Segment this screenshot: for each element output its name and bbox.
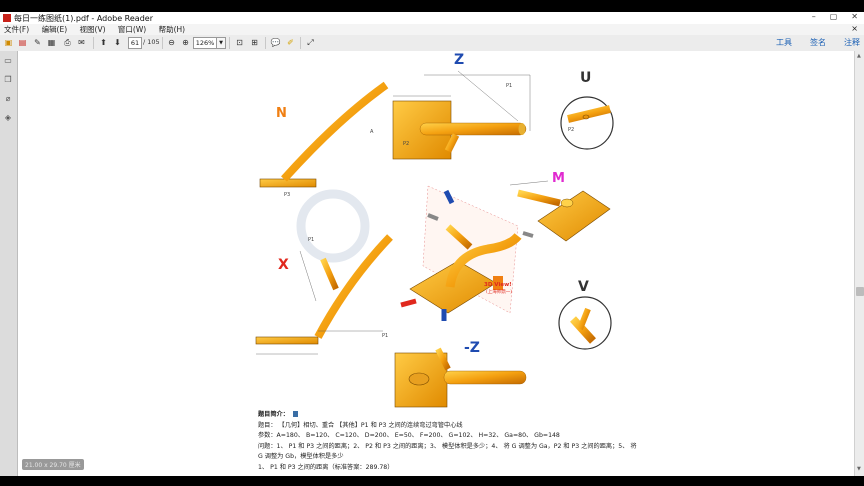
view-z: P2 P1 A	[370, 70, 531, 160]
main-toolbar: ▣ ▤ ✎ ▦ ⎙ ✉ ⬆ ⬇ 61 / 105 ⊖ ⊕ 126% ▼ ⊡ ⊞ …	[0, 35, 864, 52]
navigation-sidebar: ▭ ❒ ⌀ ◈	[0, 51, 18, 476]
view-minus-z	[394, 347, 527, 408]
next-page-icon[interactable]: ⬇	[112, 37, 123, 48]
highlight-icon[interactable]: ✐	[285, 37, 296, 48]
label-v: V	[578, 279, 589, 295]
save-icon[interactable]: ▦	[46, 37, 57, 48]
view-u: P2	[560, 96, 614, 150]
svg-text:P1: P1	[308, 237, 314, 243]
fit-width-icon[interactable]: ⊞	[249, 37, 260, 48]
sign-link[interactable]: 签名	[810, 37, 826, 48]
previous-page-icon[interactable]: ⬆	[98, 37, 109, 48]
menu-bar: 文件(F) 编辑(E) 视图(V) 窗口(W) 帮助(H) ×	[0, 24, 864, 35]
view-3d	[400, 185, 534, 321]
questions-line-1: 问题：1、 P1 和 P3 之间的距离；2、 P2 和 P3 之间的距离；3、 …	[258, 442, 637, 450]
text-cursor-icon	[292, 411, 298, 417]
label-m: M	[552, 171, 565, 186]
watermark-gear-icon	[296, 189, 370, 263]
svg-text:P3: P3	[284, 192, 290, 198]
menu-view[interactable]: 视图(V)	[80, 24, 106, 35]
menu-help[interactable]: 帮助(H)	[159, 24, 186, 35]
page-number-input[interactable]: 61	[128, 37, 142, 49]
svg-text:A: A	[370, 129, 374, 135]
edit-document-icon[interactable]: ✎	[32, 37, 43, 48]
page-thumbnails-icon[interactable]: ▭	[3, 56, 13, 66]
comment-icon[interactable]: 💬	[270, 37, 281, 48]
answer-line-1: 1、 P1 和 P3 之间的距离（标准答案：289.78）	[258, 463, 394, 471]
close-button[interactable]: ✕	[851, 12, 858, 24]
window-title: 每日一练图纸(1).pdf - Adobe Reader	[14, 14, 153, 23]
pdf-app-icon	[3, 14, 11, 22]
zoom-in-icon[interactable]: ⊕	[180, 37, 191, 48]
menu-edit[interactable]: 编辑(E)	[42, 24, 68, 35]
zoom-dropdown-icon[interactable]: ▼	[216, 37, 226, 49]
intro-label: 题目简介：	[258, 411, 289, 418]
menu-file[interactable]: 文件(F)	[4, 24, 29, 35]
email-icon[interactable]: ✉	[76, 37, 87, 48]
params-line: 参数：A=180、 B=120、 C=120、 D=200、 E=50、 F=2…	[258, 432, 560, 439]
page-total: / 105	[143, 38, 160, 46]
menu-window[interactable]: 窗口(W)	[118, 24, 146, 35]
maximize-button[interactable]: ▢	[830, 12, 838, 24]
label-x: X	[278, 257, 289, 273]
create-pdf-icon[interactable]: ▤	[17, 37, 28, 48]
topic-line: 题目： 【几何】相切、重合 【其他】P1 和 P3 之间的连续弯过弯管中心线	[258, 421, 463, 429]
scroll-down-icon[interactable]: ▼	[857, 466, 861, 472]
open-folder-icon[interactable]: ▣	[3, 37, 14, 48]
zoom-level-input[interactable]: 126%	[193, 37, 217, 49]
questions-line-2: G 调整为 Gb，模型体积是多少	[258, 453, 344, 460]
vertical-scrollbar[interactable]: ▲ ▼	[854, 51, 864, 476]
scroll-thumb[interactable]	[856, 287, 864, 296]
attachments-icon[interactable]: ⌀	[3, 94, 13, 104]
view-v	[558, 296, 612, 350]
svg-text:P1: P1	[506, 83, 512, 89]
page-size-indicator: 21.00 x 29.70 厘米	[22, 459, 84, 470]
label-3d-view: 3D View!	[484, 282, 512, 288]
fit-page-icon[interactable]: ⊡	[234, 37, 245, 48]
label-u: U	[580, 70, 591, 86]
svg-text:P1: P1	[382, 333, 388, 339]
layers-icon[interactable]: ◈	[3, 113, 13, 123]
minimize-button[interactable]: –	[812, 12, 816, 24]
bookmarks-icon[interactable]: ❒	[3, 75, 13, 85]
label-minus-z: -Z	[464, 340, 480, 356]
comment-link[interactable]: 注释	[844, 37, 860, 48]
view-n: P3	[259, 81, 389, 198]
document-close-button[interactable]: ×	[851, 24, 858, 33]
label-z: Z	[454, 52, 464, 68]
screen-top-strip	[0, 0, 864, 12]
fullscreen-icon[interactable]: ⤢	[305, 37, 316, 48]
print-icon[interactable]: ⎙	[62, 37, 73, 48]
problem-description: 题目简介： 题目： 【几何】相切、重合 【其他】P1 和 P3 之间的连续弯过弯…	[258, 410, 638, 473]
svg-text:P2: P2	[568, 127, 574, 133]
svg-text:P2: P2	[403, 141, 409, 147]
scroll-up-icon[interactable]: ▲	[857, 53, 861, 59]
tools-link[interactable]: 工具	[776, 37, 792, 48]
label-n: N	[276, 106, 287, 121]
label-3d-view-sub: (上海师鼎一)	[486, 288, 512, 295]
zoom-out-icon[interactable]: ⊖	[166, 37, 177, 48]
screen-bottom-strip	[0, 476, 864, 486]
document-page: P3 P2 P1 A P2 P1 P1 N Z U M X V -Z 3D Vi…	[18, 51, 854, 476]
